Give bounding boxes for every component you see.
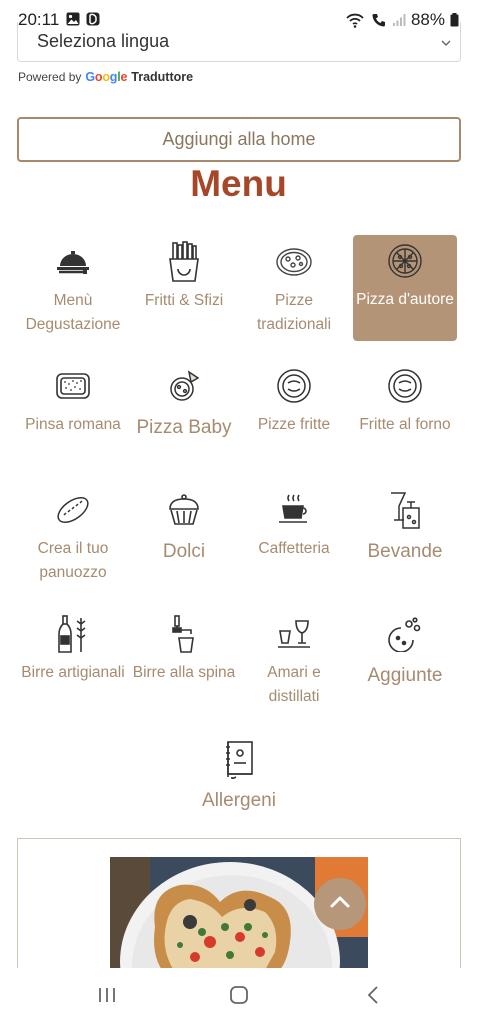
menu-item-label: Dolci [162,541,206,562]
menu-item-birre-alla-spina[interactable]: Birre alla spina [132,608,236,714]
menu-item-bevande[interactable]: Bevande [353,484,457,590]
menu-item-label: Bevande [367,541,443,562]
craft-beer-icon [21,614,125,654]
menu-item-label: Pizza Baby [136,417,232,438]
menu-item-label: Amari e distillati [267,664,321,705]
toppings-icon [353,614,457,654]
scroll-to-top-button[interactable] [314,878,366,930]
menu-item-pizze-tradizionali[interactable]: Pizze tradizionali [242,236,346,342]
menu-item-pinsa[interactable]: Pinsa romana [21,360,125,466]
menu-item-label: Allergeni [202,790,276,811]
recent-apps-icon[interactable] [97,985,117,1010]
menu-item-amari[interactable]: Amari e distillati [242,608,346,714]
menu-item-birre-artigianali[interactable]: Birre artigianali [21,608,125,714]
menu-item-label: Birre alla spina [132,664,236,681]
home-icon[interactable] [229,985,249,1010]
menu-item-label: Caffetteria [258,540,330,557]
menu-item-aggiunte[interactable]: Aggiunte [353,608,457,714]
menu-item-fritte-al-forno[interactable]: Fritte al forno [353,360,457,466]
coffee-cup-icon [242,490,346,530]
chevron-up-icon [330,895,350,913]
menu-photo-card [17,838,461,979]
beer-tap-icon [132,614,236,654]
google-logo: Google [85,70,128,84]
menu-item-label: Crea il tuo panuozzo [37,540,109,581]
menu-item-label: Fritte al forno [359,416,451,433]
menu-item-pizze-fritte[interactable]: Pizze fritte [242,360,346,466]
pizza-traditional-icon [242,242,346,282]
menu-item-caffetteria[interactable]: Caffetteria [242,484,346,590]
pizza-baby-icon [132,366,236,406]
powered-by-label: Powered by [18,70,82,84]
menu-item-label: Pizze tradizionali [256,292,332,333]
android-nav-bar [0,968,477,1024]
back-icon[interactable] [366,985,380,1010]
pizza-author-icon [353,241,457,281]
menu-item-label: Menù Degustazione [25,292,121,333]
menu-item-pizza-autore[interactable]: Pizza d'autore [353,235,457,341]
menu-item-label: Pizza d'autore [356,291,454,308]
menu-item-label: Pizze fritte [257,416,331,433]
menu-item-degustazione[interactable]: Menù Degustazione [21,236,125,342]
pinsa-icon [21,366,125,406]
menu-item-label: Fritti & Sfizi [144,292,224,309]
fries-icon [132,241,236,282]
menu-item-label: Aggiunte [367,665,443,686]
menu-item-label: Pinsa romana [25,416,121,433]
baked-fried-pizza-icon [353,366,457,406]
menu-item-allergeni[interactable]: Allergeni [187,733,291,839]
powered-by-google: Powered by Google Traduttore [18,70,193,84]
menu-item-pizza-baby[interactable]: Pizza Baby [132,360,236,466]
panuozzo-icon [21,490,125,530]
menu-item-dolci[interactable]: Dolci [132,484,236,590]
liquor-glasses-icon [242,614,346,654]
cloche-icon [21,242,125,282]
menu-item-panuozzo[interactable]: Crea il tuo panuozzo [21,484,125,590]
page-title: Menu [190,163,287,204]
language-select-value: Seleziona lingua [37,31,170,51]
language-select[interactable]: Seleziona lingua [17,22,461,62]
add-to-home-button[interactable]: Aggiungi alla home [17,117,461,162]
translator-label[interactable]: Traduttore [131,70,193,84]
drinks-icon [353,490,457,530]
fried-pizza-icon [242,366,346,406]
menu-item-label: Birre artigianali [21,664,125,681]
menu-item-fritti[interactable]: Fritti & Sfizi [132,236,236,342]
allergen-book-icon [187,739,291,779]
chevron-down-icon [440,34,452,52]
cupcake-icon [132,490,236,530]
